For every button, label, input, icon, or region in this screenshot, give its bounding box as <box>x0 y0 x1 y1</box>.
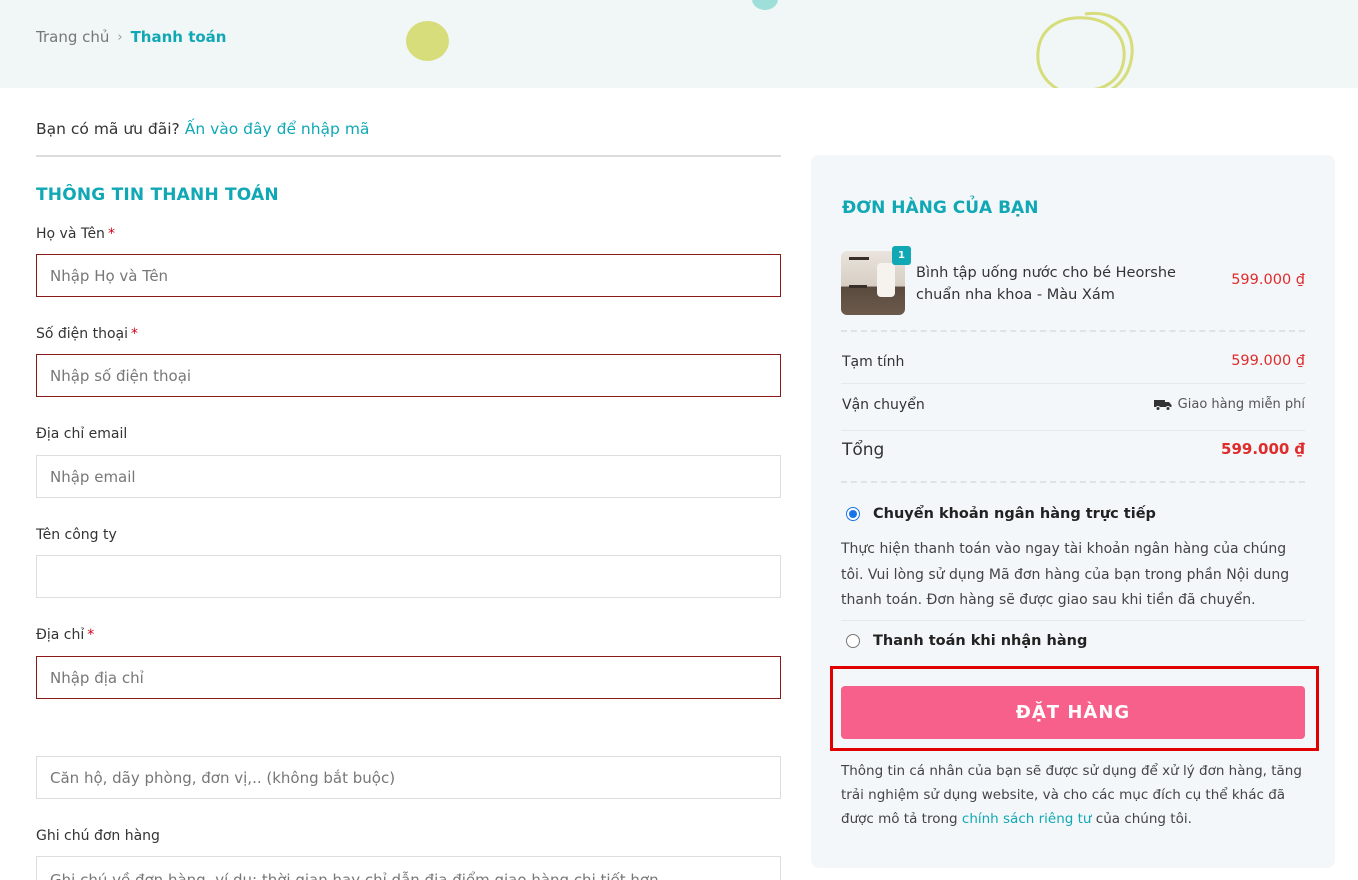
billing-section-title: THÔNG TIN THANH TOÁN <box>36 185 279 205</box>
divider <box>36 155 781 157</box>
privacy-text-end: của chúng tôi. <box>1095 811 1192 827</box>
address-line2-input[interactable] <box>36 756 781 799</box>
total-label: Tổng <box>842 440 885 460</box>
subtotal-label: Tạm tính <box>842 354 905 370</box>
payment-bank-transfer-radio[interactable] <box>846 507 860 521</box>
fullname-label-text: Họ và Tên <box>36 226 105 242</box>
required-mark: * <box>131 326 139 342</box>
privacy-policy-link[interactable]: chính sách riêng tư <box>962 811 1092 827</box>
divider <box>841 481 1305 483</box>
place-order-button[interactable]: ĐẶT HÀNG <box>841 686 1305 739</box>
divider <box>841 383 1305 384</box>
coupon-question: Bạn có mã ưu đãi? <box>36 120 180 138</box>
fullname-input[interactable] <box>36 254 781 297</box>
address-label-text: Địa chỉ <box>36 627 85 643</box>
phone-input[interactable] <box>36 354 781 397</box>
page-header-banner: Trang chủ › Thanh toán <box>0 0 1358 88</box>
product-price: 599.000 ₫ <box>1231 272 1305 288</box>
breadcrumb: Trang chủ › Thanh toán <box>36 28 226 46</box>
breadcrumb-current: Thanh toán <box>130 28 227 46</box>
decorative-ring-icon <box>1036 11 1134 88</box>
address-input[interactable] <box>36 656 781 699</box>
email-input[interactable] <box>36 455 781 498</box>
required-mark: * <box>87 627 95 643</box>
address-label: Địa chỉ * <box>36 627 94 643</box>
breadcrumb-home-link[interactable]: Trang chủ <box>36 28 109 46</box>
payment-bank-transfer-label[interactable]: Chuyển khoản ngân hàng trực tiếp <box>873 506 1156 522</box>
fullname-label: Họ và Tên * <box>36 226 115 242</box>
divider <box>841 430 1305 431</box>
required-mark: * <box>107 226 115 242</box>
order-notes-label: Ghi chú đơn hàng <box>36 828 160 844</box>
divider <box>841 620 1305 621</box>
shipping-value-text: Giao hàng miễn phí <box>1177 397 1305 412</box>
coupon-enter-link[interactable]: Ấn vào đây để nhập mã <box>185 120 370 138</box>
privacy-notice: Thông tin cá nhân của bạn sẽ được sử dụn… <box>841 759 1311 831</box>
truck-icon <box>1153 399 1172 411</box>
shipping-value: Giao hàng miễn phí <box>1153 397 1305 412</box>
phone-label: Số điện thoại * <box>36 326 138 342</box>
decorative-dot <box>752 0 778 10</box>
email-label: Địa chỉ email <box>36 426 128 442</box>
order-summary-title: ĐƠN HÀNG CỦA BẠN <box>842 198 1039 218</box>
payment-cod-radio[interactable] <box>846 634 860 648</box>
total-value: 599.000 ₫ <box>1221 440 1305 458</box>
company-label: Tên công ty <box>36 527 117 543</box>
payment-bank-transfer-description: Thực hiện thanh toán vào ngay tài khoản … <box>841 541 1290 608</box>
coupon-notice: Bạn có mã ưu đãi? Ấn vào đây để nhập mã <box>36 120 369 138</box>
decorative-dot <box>406 21 449 61</box>
quantity-badge: 1 <box>892 246 911 265</box>
order-notes-textarea[interactable] <box>36 856 781 880</box>
divider <box>841 330 1305 332</box>
product-name: Bình tập uống nước cho bé Heorshe chuẩn … <box>916 265 1176 303</box>
phone-label-text: Số điện thoại <box>36 326 129 342</box>
company-input[interactable] <box>36 555 781 598</box>
shipping-label: Vận chuyển <box>842 397 925 413</box>
breadcrumb-separator-icon: › <box>117 29 123 45</box>
subtotal-value: 599.000 ₫ <box>1231 353 1305 369</box>
payment-cod-label[interactable]: Thanh toán khi nhận hàng <box>873 633 1087 649</box>
